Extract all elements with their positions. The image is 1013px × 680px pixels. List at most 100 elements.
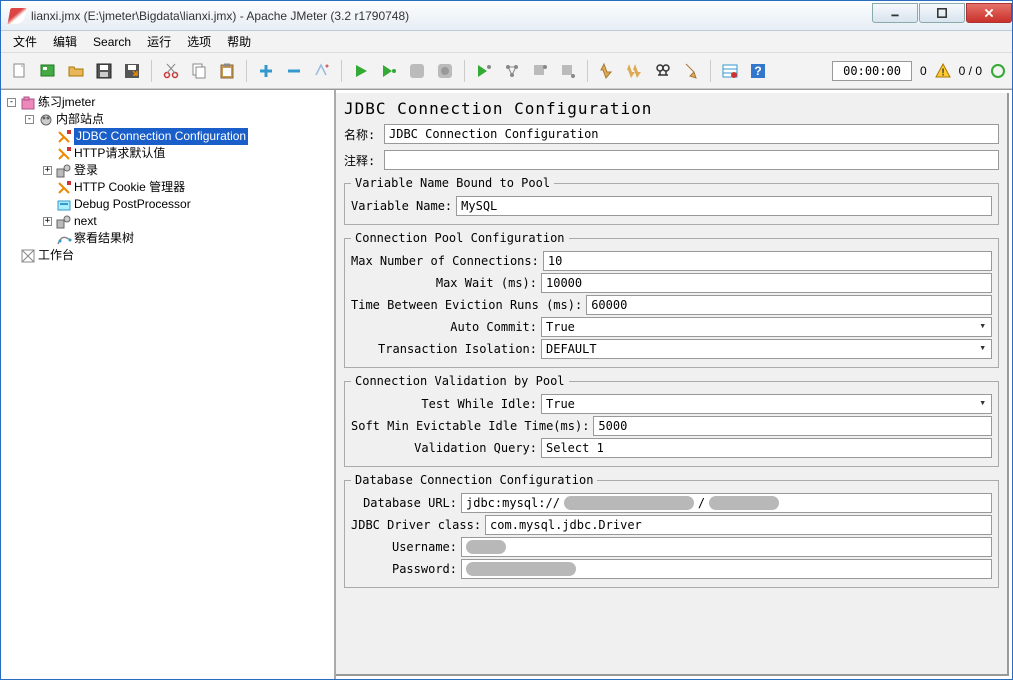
close-button[interactable] bbox=[966, 3, 1012, 23]
minimize-button[interactable] bbox=[872, 3, 918, 23]
test-plan-tree[interactable]: -练习jmeter -内部站点 JDBC Connection Configur… bbox=[1, 90, 336, 679]
autocommit-select[interactable]: True bbox=[541, 317, 992, 337]
pool-legend: Connection Pool Configuration bbox=[351, 231, 569, 245]
remote-stop-all-icon[interactable] bbox=[555, 58, 581, 84]
password-label: Password: bbox=[351, 562, 461, 576]
maxwait-label: Max Wait (ms): bbox=[351, 276, 541, 290]
username-label: Username: bbox=[351, 540, 461, 554]
tree-cookie-manager[interactable]: HTTP Cookie 管理器 bbox=[41, 179, 332, 196]
app-window: lianxi.jmx (E:\jmeter\Bigdata\lianxi.jmx… bbox=[0, 0, 1013, 680]
evict-input[interactable] bbox=[586, 295, 992, 315]
txniso-label: Transaction Isolation: bbox=[351, 342, 541, 356]
dburl-label: Database URL: bbox=[351, 496, 461, 510]
username-input[interactable] bbox=[461, 537, 992, 557]
warn-count: 0 bbox=[920, 64, 927, 78]
password-input[interactable] bbox=[461, 559, 992, 579]
elapsed-time: 00:00:00 bbox=[832, 61, 912, 81]
testidle-select[interactable]: True bbox=[541, 394, 992, 414]
comment-input[interactable] bbox=[384, 150, 999, 170]
validation-group: Connection Validation by Pool Test While… bbox=[344, 374, 999, 467]
maxconn-input[interactable] bbox=[543, 251, 992, 271]
paste-icon[interactable] bbox=[214, 58, 240, 84]
redacted-user bbox=[466, 540, 506, 554]
new-icon[interactable] bbox=[7, 58, 33, 84]
valquery-label: Validation Query: bbox=[351, 441, 541, 455]
validation-legend: Connection Validation by Pool bbox=[351, 374, 569, 388]
content-area: -练习jmeter -内部站点 JDBC Connection Configur… bbox=[1, 89, 1012, 679]
comment-label: 注释: bbox=[344, 152, 380, 169]
tree-jdbc-config[interactable]: JDBC Connection Configuration bbox=[41, 128, 332, 145]
active-threads-icon bbox=[990, 63, 1006, 79]
maxwait-input[interactable] bbox=[541, 273, 992, 293]
app-icon bbox=[8, 8, 27, 24]
maxconn-label: Max Number of Connections: bbox=[351, 254, 543, 268]
toggle-icon[interactable] bbox=[309, 58, 335, 84]
softmin-input[interactable] bbox=[593, 416, 992, 436]
softmin-label: Soft Min Evictable Idle Time(ms): bbox=[351, 419, 593, 433]
varname-label: Variable Name: bbox=[351, 199, 456, 213]
window-title: lianxi.jmx (E:\jmeter\Bigdata\lianxi.jmx… bbox=[31, 9, 871, 23]
evict-label: Time Between Eviction Runs (ms): bbox=[351, 298, 586, 312]
maximize-button[interactable] bbox=[919, 3, 965, 23]
reset-search-icon[interactable] bbox=[678, 58, 704, 84]
svg-text:!: ! bbox=[941, 67, 944, 78]
menu-run[interactable]: 运行 bbox=[141, 31, 177, 52]
menu-search[interactable]: Search bbox=[87, 33, 137, 51]
varname-input[interactable] bbox=[456, 196, 992, 216]
save-icon[interactable] bbox=[91, 58, 117, 84]
redacted-pass bbox=[466, 562, 576, 576]
thread-ratio: 0 / 0 bbox=[959, 64, 982, 78]
save-as-icon[interactable] bbox=[119, 58, 145, 84]
menu-help[interactable]: 帮助 bbox=[221, 31, 257, 52]
search-tree-icon[interactable] bbox=[650, 58, 676, 84]
cut-icon[interactable] bbox=[158, 58, 184, 84]
tree-next[interactable]: +next bbox=[41, 213, 332, 230]
redacted-host bbox=[564, 496, 694, 510]
menubar: 文件 编辑 Search 运行 选项 帮助 bbox=[1, 31, 1012, 53]
warning-icon: ! bbox=[935, 63, 951, 79]
driver-input[interactable] bbox=[485, 515, 992, 535]
menu-options[interactable]: 选项 bbox=[181, 31, 217, 52]
menu-file[interactable]: 文件 bbox=[7, 31, 43, 52]
dbconn-group: Database Connection Configuration Databa… bbox=[344, 473, 999, 588]
remote-stop-icon[interactable] bbox=[527, 58, 553, 84]
titlebar[interactable]: lianxi.jmx (E:\jmeter\Bigdata\lianxi.jmx… bbox=[1, 1, 1012, 31]
tree-http-defaults[interactable]: HTTP请求默认值 bbox=[41, 145, 332, 162]
tree-debug-postprocessor[interactable]: Debug PostProcessor bbox=[41, 196, 332, 213]
start-icon[interactable] bbox=[348, 58, 374, 84]
clear-all-icon[interactable] bbox=[622, 58, 648, 84]
copy-icon[interactable] bbox=[186, 58, 212, 84]
clear-icon[interactable] bbox=[594, 58, 620, 84]
redacted-db bbox=[709, 496, 779, 510]
pool-group: Connection Pool Configuration Max Number… bbox=[344, 231, 999, 368]
function-helper-icon[interactable] bbox=[717, 58, 743, 84]
tree-view-results[interactable]: 察看结果树 bbox=[41, 230, 332, 247]
collapse-icon[interactable] bbox=[281, 58, 307, 84]
varname-legend: Variable Name Bound to Pool bbox=[351, 176, 554, 190]
menu-edit[interactable]: 编辑 bbox=[47, 31, 83, 52]
shutdown-icon[interactable] bbox=[432, 58, 458, 84]
tree-threadgroup[interactable]: -内部站点 bbox=[23, 111, 332, 128]
testidle-label: Test While Idle: bbox=[351, 397, 541, 411]
svg-text:?: ? bbox=[754, 64, 761, 78]
varname-group: Variable Name Bound to Pool Variable Nam… bbox=[344, 176, 999, 225]
stop-icon[interactable] bbox=[404, 58, 430, 84]
txniso-select[interactable]: DEFAULT bbox=[541, 339, 992, 359]
dburl-input[interactable]: jdbc:mysql:/// bbox=[461, 493, 992, 513]
remote-start-all-icon[interactable] bbox=[499, 58, 525, 84]
tree-workbench[interactable]: 工作台 bbox=[5, 247, 332, 264]
expand-icon[interactable] bbox=[253, 58, 279, 84]
help-icon[interactable]: ? bbox=[745, 58, 771, 84]
toolbar: ? 00:00:00 0 ! 0 / 0 bbox=[1, 53, 1012, 89]
remote-start-icon[interactable] bbox=[471, 58, 497, 84]
open-icon[interactable] bbox=[63, 58, 89, 84]
dbconn-legend: Database Connection Configuration bbox=[351, 473, 597, 487]
templates-icon[interactable] bbox=[35, 58, 61, 84]
name-input[interactable] bbox=[384, 124, 999, 144]
tree-login[interactable]: +登录 bbox=[41, 162, 332, 179]
tree-testplan[interactable]: -练习jmeter bbox=[5, 94, 332, 111]
start-no-pause-icon[interactable] bbox=[376, 58, 402, 84]
panel-title: JDBC Connection Configuration bbox=[344, 99, 999, 118]
valquery-input[interactable] bbox=[541, 438, 992, 458]
name-label: 名称: bbox=[344, 126, 380, 143]
